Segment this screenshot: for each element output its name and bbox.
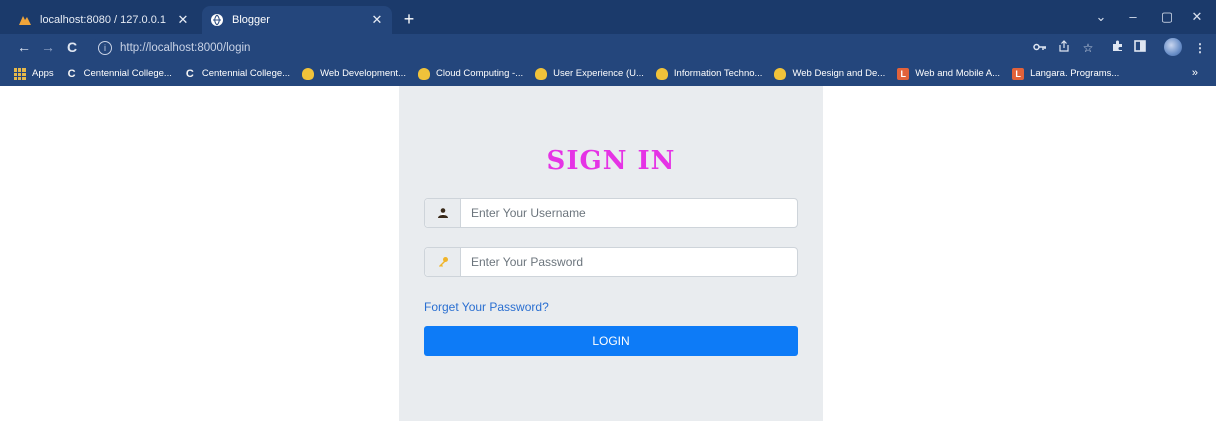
key-icon [425, 248, 461, 276]
bookmark-langara[interactable]: L Langara. Programs... [1012, 67, 1120, 80]
bookmark-information-technology[interactable]: Information Techno... [655, 67, 763, 80]
phpmyadmin-icon [18, 13, 32, 27]
bookmark-cloud-computing[interactable]: Cloud Computing -... [417, 67, 524, 80]
address-url: http://localhost:8000/login [120, 41, 251, 54]
address-bar[interactable]: i http://localhost:8000/login [92, 37, 1042, 58]
bookmark-web-development[interactable]: Web Development... [302, 67, 406, 80]
login-panel: SIGN IN Forget Your Password? LOGIN [399, 86, 823, 421]
tab-phpmyadmin[interactable]: localhost:8080 / 127.0.0.1 | phpM ✕ [10, 6, 198, 34]
username-input[interactable] [461, 199, 797, 227]
username-field [424, 198, 798, 228]
back-button[interactable]: ← [14, 37, 34, 57]
password-key-icon[interactable] [1030, 38, 1050, 58]
side-panel-icon[interactable] [1130, 38, 1150, 58]
bookmark-label: Langara. Programs... [1030, 68, 1120, 79]
minimize-button[interactable]: – [1122, 8, 1144, 26]
bookmark-label: Information Techno... [673, 68, 763, 79]
bookmark-web-mobile[interactable]: L Web and Mobile A... [897, 67, 1001, 80]
tab-label: Blogger [232, 14, 270, 26]
apps-grid-icon [14, 67, 26, 80]
bookmark-apps[interactable]: Apps [14, 67, 54, 80]
bookmark-web-design[interactable]: Web Design and De... [774, 67, 886, 80]
bookmark-user-experience[interactable]: User Experience (U... [535, 67, 644, 80]
bookmark-label: Centennial College... [83, 68, 172, 79]
page-title: SIGN IN [546, 146, 676, 176]
hand-icon [655, 67, 668, 80]
tab-close-icon[interactable]: ✕ [370, 12, 384, 28]
bookmark-label: Cloud Computing -... [435, 68, 524, 79]
forward-button[interactable]: → [38, 37, 58, 57]
hand-icon [535, 67, 548, 80]
bookmark-label: Centennial College... [201, 68, 291, 79]
centennial-icon: C [67, 67, 76, 80]
profile-avatar[interactable] [1164, 38, 1182, 56]
forgot-password-link[interactable]: Forget Your Password? [424, 300, 549, 314]
reload-button[interactable]: C [62, 37, 82, 57]
bookmark-centennial-1[interactable]: C Centennial College... [66, 68, 172, 80]
bookmark-label: Apps [32, 68, 54, 79]
browser-toolbar: ← → C i http://localhost:8000/login ☆ ⋮ [0, 34, 1216, 61]
restore-button[interactable]: ▢ [1156, 8, 1178, 26]
tab-blogger[interactable]: Blogger ✕ [202, 6, 392, 34]
share-icon[interactable] [1054, 38, 1074, 58]
hand-icon [417, 67, 430, 80]
tab-search-chevron-down-icon[interactable]: ⌄ [1090, 8, 1112, 26]
browser-title-bar: localhost:8080 / 127.0.0.1 | phpM ✕ Blog… [0, 0, 1216, 34]
bookmark-label: User Experience (U... [553, 68, 644, 79]
extensions-puzzle-icon[interactable] [1108, 38, 1128, 58]
bookmark-label: Web and Mobile A... [915, 68, 1001, 79]
bookmark-label: Web Development... [320, 68, 406, 79]
langara-icon: L [1012, 67, 1025, 80]
globe-icon [210, 13, 224, 27]
user-icon [425, 199, 461, 227]
hand-icon [302, 67, 315, 80]
bookmark-star-icon[interactable]: ☆ [1078, 38, 1098, 58]
langara-icon: L [897, 67, 910, 80]
login-button[interactable]: LOGIN [424, 326, 798, 356]
bookmark-label: Web Design and De... [792, 68, 886, 79]
bookmarks-bar: Apps C Centennial College... C Centennia… [0, 61, 1216, 86]
bookmark-centennial-2[interactable]: C Centennial College... [184, 68, 290, 80]
window-close-button[interactable]: ✕ [1186, 8, 1208, 26]
centennial-icon: C [185, 67, 194, 80]
tab-label: localhost:8080 / 127.0.0.1 | phpM [40, 14, 170, 26]
password-input[interactable] [461, 248, 797, 276]
site-info-icon[interactable]: i [98, 40, 112, 55]
hand-icon [774, 67, 787, 80]
new-tab-button[interactable]: + [398, 8, 420, 30]
password-field [424, 247, 798, 277]
bookmarks-overflow-button[interactable]: » [1192, 67, 1198, 79]
tab-close-icon[interactable]: ✕ [176, 12, 190, 28]
menu-kebab-icon[interactable]: ⋮ [1190, 38, 1210, 58]
